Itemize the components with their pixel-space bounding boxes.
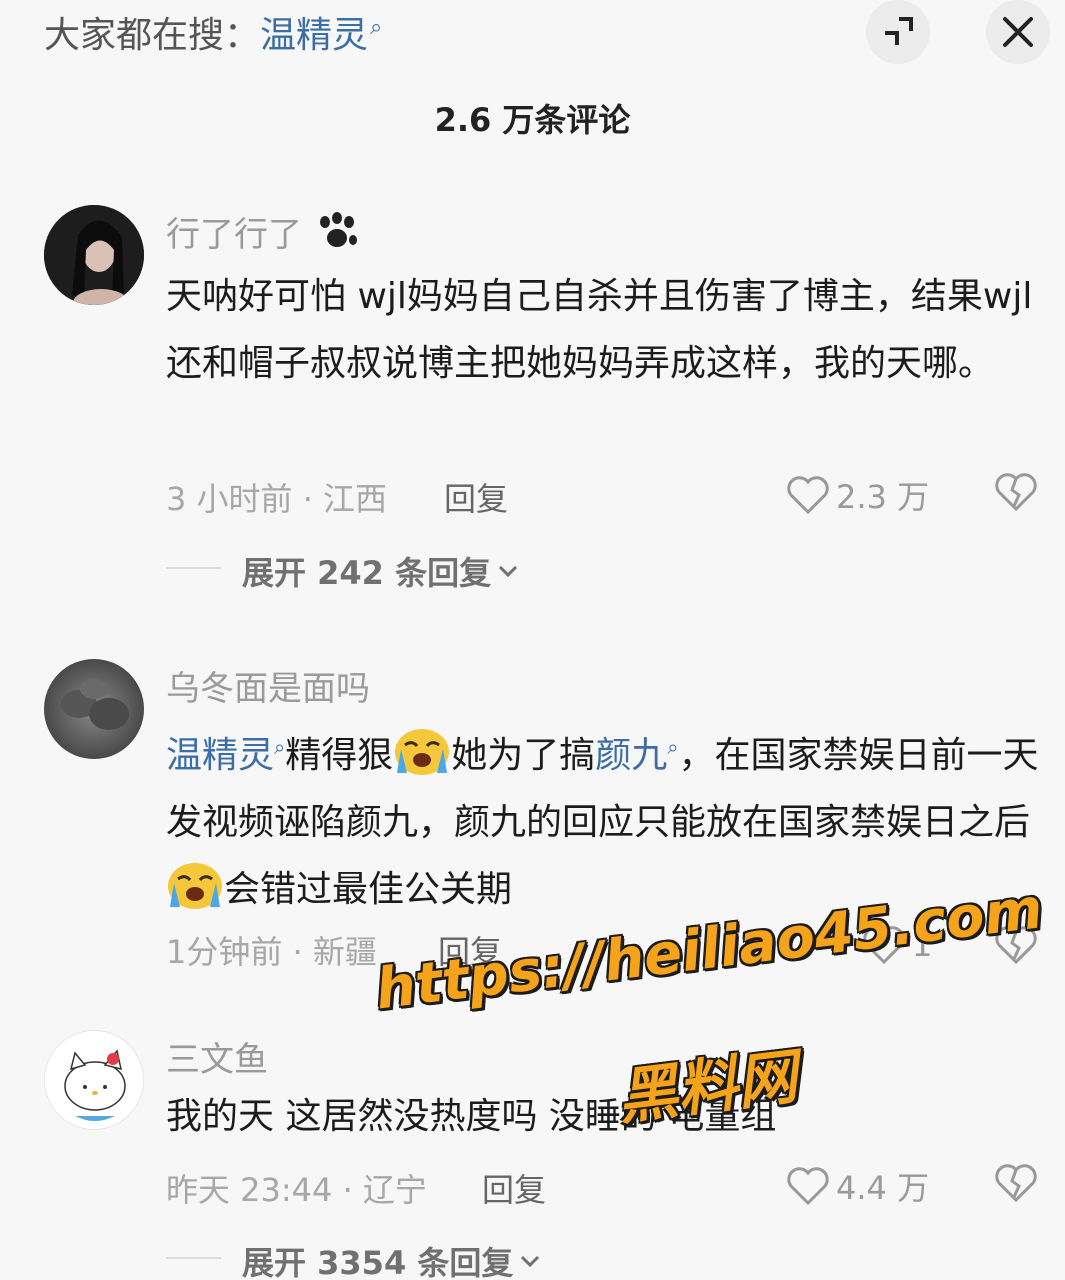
comment-meta: 昨天 23:44 · 辽宁 — [166, 1171, 427, 1209]
comment-count-title: 2.6 万条评论 — [434, 101, 631, 139]
expand-replies-button[interactable]: 展开 3354 条回复 — [242, 1238, 541, 1280]
comment-username[interactable]: 乌冬面是面吗 — [166, 661, 370, 710]
reply-button[interactable]: 回复 — [444, 474, 508, 520]
keyword-link[interactable]: 温精灵 — [166, 735, 274, 776]
avatar[interactable] — [44, 659, 144, 759]
dislike-button[interactable] — [994, 472, 1038, 516]
like-count: 4.4 万 — [836, 1169, 930, 1207]
avatar[interactable] — [44, 1030, 144, 1130]
search-prefix: 大家都在搜： — [44, 15, 261, 56]
broken-heart-icon — [995, 1164, 1037, 1203]
search-keyword[interactable]: 温精灵 — [260, 15, 368, 56]
paw-icon — [319, 212, 357, 247]
chevron-down-icon — [521, 1255, 540, 1268]
reply-button[interactable]: 回复 — [482, 1165, 546, 1211]
broken-heart-icon — [995, 473, 1037, 512]
dislike-button[interactable] — [994, 1163, 1038, 1207]
avatar-image — [44, 659, 144, 759]
expand-replies-label: 展开 3354 条回复 — [242, 1244, 514, 1280]
comment-meta: 3 小时前 · 江西 — [166, 480, 388, 518]
crying-emoji-icon — [168, 863, 222, 909]
like-count: 2.3 万 — [836, 478, 930, 516]
chevron-down-icon — [499, 565, 518, 578]
search-icon: ⌕ — [667, 735, 679, 759]
shrink-icon — [885, 17, 913, 45]
close-icon — [1003, 17, 1033, 47]
keyword-link[interactable]: 颜九 — [595, 735, 667, 776]
avatar[interactable] — [44, 205, 144, 305]
avatar-image — [45, 1031, 143, 1129]
like-button[interactable]: 2.3 万 — [786, 472, 929, 518]
search-icon: ⌕ — [370, 15, 383, 40]
expand-replies-button[interactable]: 展开 242 条回复 — [242, 548, 519, 594]
divider — [166, 1257, 221, 1259]
shrink-button[interactable] — [866, 0, 930, 64]
avatar-image — [44, 205, 144, 305]
crying-emoji-icon — [395, 729, 450, 775]
heart-icon — [787, 1167, 829, 1206]
divider — [166, 567, 221, 569]
comment-username[interactable]: 三文鱼 — [166, 1032, 268, 1081]
search-icon: ⌕ — [274, 735, 286, 759]
comment-username[interactable]: 行了行了 — [166, 207, 361, 256]
comment-text: 我的天 这居然没热度吗 没睡的 电量组 — [166, 1096, 777, 1137]
like-button[interactable]: 4.4 万 — [786, 1163, 929, 1209]
search-suggestion[interactable]: 大家都在搜：温精灵⌕ — [44, 6, 382, 58]
heart-icon — [787, 476, 829, 515]
close-button[interactable] — [986, 0, 1050, 64]
comment-text: 天呐好可怕 wjl妈妈自己自杀并且伤害了博主，结果wjl还和帽子叔叔说博主把她妈… — [166, 276, 1033, 384]
comment-meta: 1分钟前 · 新疆 — [166, 933, 377, 971]
expand-replies-label: 展开 242 条回复 — [242, 554, 492, 592]
